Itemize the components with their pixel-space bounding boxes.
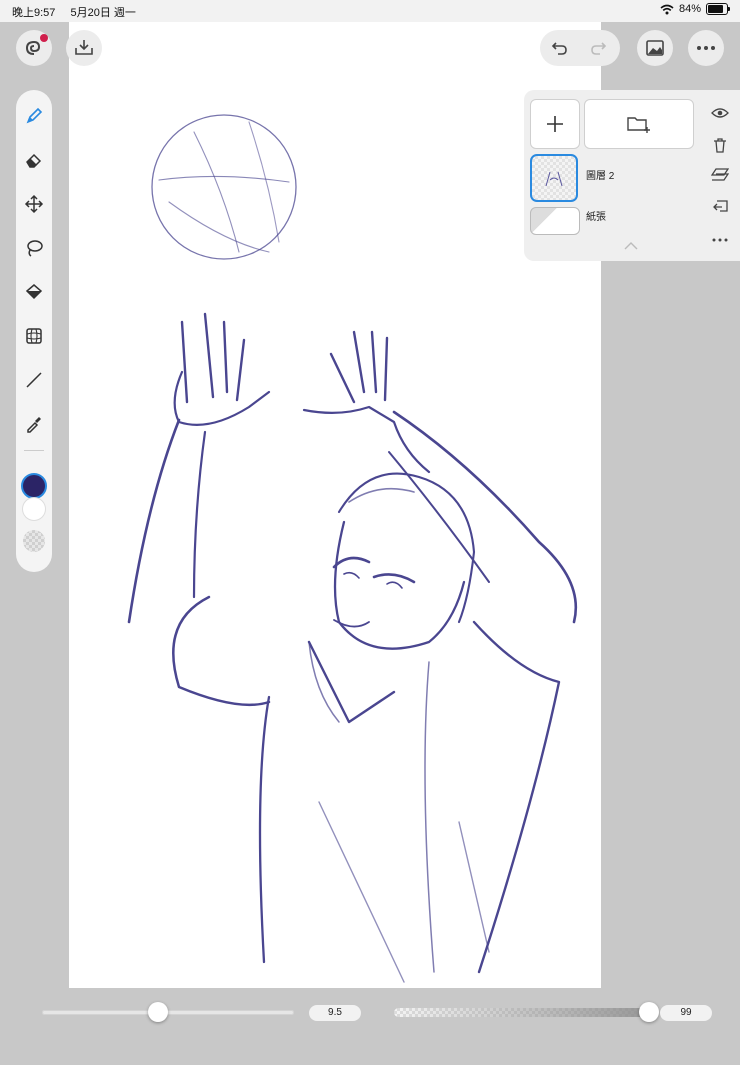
brush-tool[interactable]: [22, 104, 46, 128]
new-folder-icon: [627, 117, 650, 133]
plus-icon: [547, 116, 563, 132]
opacity-slider[interactable]: [394, 1000, 660, 1024]
opacity-value[interactable]: 99: [660, 1005, 712, 1021]
layer-name: 紙張: [586, 212, 606, 223]
trash-icon[interactable]: [712, 137, 728, 153]
layer-row[interactable]: 紙張: [530, 206, 700, 236]
transparent-color-swatch[interactable]: [23, 530, 45, 552]
primary-color-swatch[interactable]: [21, 473, 47, 499]
clipping-mask-icon[interactable]: [711, 199, 729, 215]
redo-button[interactable]: [588, 38, 610, 58]
undo-icon: [551, 42, 567, 55]
brush-icon: [26, 107, 43, 124]
opacity-track: [394, 1008, 652, 1017]
lasso-tool[interactable]: [22, 236, 46, 260]
add-layer-button[interactable]: [530, 99, 580, 149]
secondary-color-swatch[interactable]: [23, 498, 45, 520]
tool-palette: [16, 90, 52, 572]
battery-fill: [708, 5, 724, 13]
layer-more-icon[interactable]: [712, 238, 728, 242]
toolbar-divider: [24, 450, 44, 451]
fill-tool[interactable]: [22, 280, 46, 304]
brush-size-slider[interactable]: [42, 1000, 294, 1024]
transform-tool[interactable]: [22, 324, 46, 348]
import-icon: [75, 40, 93, 55]
layer-preview-sketch: [545, 171, 563, 187]
status-time: 晚上9:57: [12, 7, 56, 19]
collapse-chevron-icon[interactable]: [624, 242, 638, 250]
undo-redo-group: [540, 30, 620, 66]
line-icon: [26, 372, 42, 388]
lasso-icon: [27, 240, 43, 257]
transform-icon: [26, 328, 42, 344]
app-menu-button[interactable]: [16, 30, 52, 66]
more-options-button[interactable]: [688, 30, 724, 66]
more-icon: [697, 46, 715, 50]
gallery-button[interactable]: [637, 30, 673, 66]
layer-name: 圖層 2: [586, 171, 615, 182]
eyedropper-icon: [27, 417, 41, 433]
eraser-tool[interactable]: [22, 148, 46, 172]
move-tool[interactable]: [22, 192, 46, 216]
battery-percent: 84%: [678, 3, 701, 15]
status-bar: 晚上9:57 5月20日 週一 84%: [0, 0, 740, 22]
layers-panel: 圖層 2 紙張: [524, 90, 740, 261]
undo-button[interactable]: [550, 38, 572, 58]
redo-icon: [591, 42, 607, 55]
merge-layers-icon[interactable]: [711, 167, 729, 183]
layer-row[interactable]: 圖層 2: [530, 153, 700, 202]
brush-size-track: [42, 1010, 294, 1015]
line-tool[interactable]: [22, 368, 46, 392]
status-date: 5月20日 週一: [70, 7, 136, 19]
eraser-icon: [26, 153, 42, 168]
opacity-knob[interactable]: [639, 1002, 660, 1022]
layer-thumbnail-selected: [530, 154, 578, 202]
battery-icon: [706, 3, 730, 15]
paper-layer-thumbnail: [530, 207, 580, 235]
add-group-button[interactable]: [584, 99, 694, 149]
import-button[interactable]: [66, 30, 102, 66]
wifi-icon: [660, 4, 674, 14]
eyedropper-tool[interactable]: [22, 412, 46, 436]
sketch-artwork: [127, 114, 578, 983]
brush-size-value[interactable]: 9.5: [309, 1005, 361, 1021]
gallery-icon: [646, 40, 664, 56]
drawing-canvas[interactable]: [69, 22, 601, 988]
move-icon: [24, 194, 44, 214]
notification-dot: [40, 34, 48, 42]
visibility-eye-icon[interactable]: [711, 107, 729, 119]
brush-size-knob[interactable]: [147, 1002, 168, 1022]
fill-bucket-icon: [25, 284, 43, 300]
